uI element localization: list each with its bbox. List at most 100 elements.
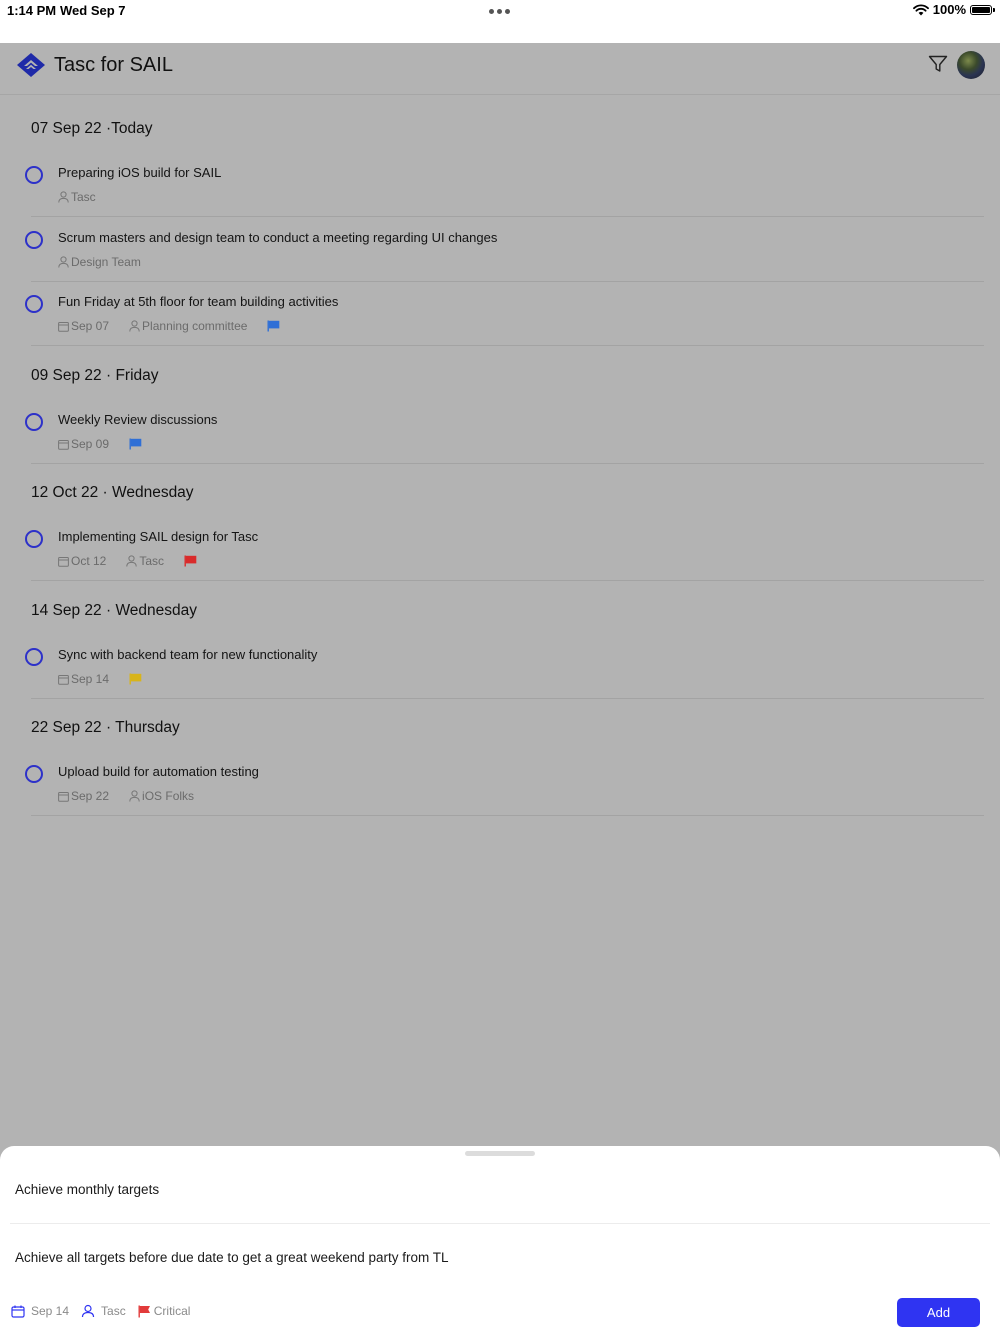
section-date-header: 14 Sep 22 · Wednesday [31, 602, 198, 619]
battery-percent: 100% [932, 2, 966, 17]
task-date-label: Sep 22 [71, 789, 110, 803]
sheet-grabber[interactable] [465, 1151, 535, 1156]
date-picker-button[interactable]: Sep 14 [11, 1304, 69, 1318]
task-row[interactable]: Weekly Review discussions Sep 09 [0, 400, 1000, 464]
priority-picker-button[interactable]: Critical [138, 1304, 191, 1318]
task-date-label: Sep 07 [71, 319, 110, 333]
task-assignee: Tasc [126, 554, 164, 568]
section-date-header: 12 Oct 22 · Wednesday [31, 484, 194, 501]
add-button[interactable]: Add [897, 1298, 980, 1327]
task-date: Sep 22 [58, 789, 109, 803]
person-icon [126, 555, 138, 567]
task-title: Implementing SAIL design for Tasc [58, 529, 259, 544]
calendar-icon [58, 439, 69, 450]
app-header: Tasc for SAIL [0, 43, 1000, 95]
task-list-screen: Tasc for SAIL 07 Sep 22 ·Today Preparing … [0, 43, 1000, 1334]
flag-icon [129, 438, 142, 450]
status-indicators: 100% [912, 2, 995, 17]
task-row[interactable]: Fun Friday at 5th floor for team buildin… [0, 282, 1000, 346]
task-assignee: Design Team [58, 255, 141, 269]
status-bar: 1:14 PM Wed Sep 7 100% [0, 0, 1000, 43]
task-complete-checkbox[interactable] [25, 648, 43, 666]
task-priority-flag [129, 673, 142, 685]
sheet-date: Sep 14 [31, 1304, 70, 1318]
task-title: Fun Friday at 5th floor for team buildin… [58, 294, 339, 309]
task-assignee-label: Design Team [71, 255, 141, 269]
task-date-label: Sep 14 [71, 672, 110, 686]
flag-icon [138, 1305, 150, 1317]
status-time: 1:14 PM [7, 3, 57, 18]
task-description-field[interactable]: Achieve all targets before due date to g… [15, 1250, 449, 1265]
task-priority-flag [184, 555, 197, 567]
task-date: Sep 09 [58, 437, 109, 451]
app-title: Tasc for SAIL [54, 54, 173, 76]
calendar-icon [58, 791, 69, 802]
task-date: Sep 14 [58, 672, 109, 686]
task-meta: Tasc [58, 190, 116, 204]
task-title: Upload build for automation testing [58, 764, 259, 779]
task-date: Oct 12 [58, 554, 106, 568]
add-task-sheet: Achieve monthly targets Achieve all targ… [0, 1146, 1000, 1334]
task-assignee-label: iOS Folks [142, 789, 195, 803]
task-title: Weekly Review discussions [58, 412, 218, 427]
wifi-icon [912, 3, 929, 15]
task-row[interactable]: Implementing SAIL design for Tasc Oct 12 T… [0, 517, 1000, 581]
task-row[interactable]: Preparing iOS build for SAIL Tasc [0, 153, 1000, 217]
section-date-header: 22 Sep 22 · Thursday [31, 719, 180, 736]
divider [31, 216, 984, 217]
task-meta: Design Team [58, 255, 161, 269]
battery-icon [970, 4, 995, 15]
sheet-meta: Sep 14 Tasc Critical [11, 1304, 202, 1318]
section-date-header: 09 Sep 22 · Friday [31, 367, 159, 384]
divider [31, 580, 984, 581]
task-row[interactable]: Upload build for automation testing Sep 2… [0, 752, 1000, 816]
calendar-icon [58, 321, 69, 332]
calendar-icon [11, 1305, 25, 1318]
person-icon [129, 320, 140, 332]
divider [31, 698, 984, 699]
task-assignee-label: Planning committee [142, 319, 248, 333]
task-complete-checkbox[interactable] [25, 530, 43, 548]
status-date: Wed Sep 7 [60, 3, 126, 18]
task-meta: Sep 22 iOS Folks [58, 789, 214, 803]
person-icon [129, 790, 140, 802]
task-priority-flag [267, 320, 280, 332]
task-date: Sep 07 [58, 319, 109, 333]
task-title-field[interactable]: Achieve monthly targets [15, 1182, 159, 1197]
task-row[interactable]: Scrum masters and design team to conduct… [0, 218, 1000, 282]
flag-icon [129, 673, 142, 685]
task-meta: Sep 07 Planning committee [58, 319, 300, 333]
task-date-label: Sep 09 [71, 437, 110, 451]
task-meta: Sep 09 [58, 437, 162, 451]
task-assignee-label: Tasc [139, 554, 165, 568]
calendar-icon [58, 674, 69, 685]
filter-icon[interactable] [928, 55, 948, 73]
person-icon [58, 191, 69, 203]
task-date-label: Oct 12 [71, 554, 107, 568]
task-complete-checkbox[interactable] [25, 166, 43, 184]
sheet-assignee: Tasc [101, 1304, 126, 1318]
sheet-priority: Critical [153, 1304, 191, 1318]
task-complete-checkbox[interactable] [25, 413, 43, 431]
calendar-icon [58, 556, 69, 567]
task-complete-checkbox[interactable] [25, 765, 43, 783]
task-assignee: Tasc [58, 190, 96, 204]
task-title: Preparing iOS build for SAIL [58, 165, 222, 180]
task-meta: Oct 12 Tasc [58, 554, 217, 568]
person-icon [58, 256, 69, 268]
task-title: Sync with backend team for new functiona… [58, 647, 318, 662]
task-title: Scrum masters and design team to conduct… [58, 230, 498, 245]
avatar[interactable] [957, 51, 985, 79]
task-complete-checkbox[interactable] [25, 295, 43, 313]
task-complete-checkbox[interactable] [25, 231, 43, 249]
flag-icon [184, 555, 197, 567]
divider [10, 1223, 990, 1224]
task-row[interactable]: Sync with backend team for new functiona… [0, 635, 1000, 699]
task-assignee: iOS Folks [129, 789, 194, 803]
sail-logo-icon [17, 53, 45, 77]
assignee-picker-button[interactable]: Tasc [81, 1304, 126, 1318]
task-meta: Sep 14 [58, 672, 162, 686]
divider [31, 815, 984, 816]
multitask-menu-icon[interactable] [489, 9, 510, 14]
task-priority-flag [129, 438, 142, 450]
